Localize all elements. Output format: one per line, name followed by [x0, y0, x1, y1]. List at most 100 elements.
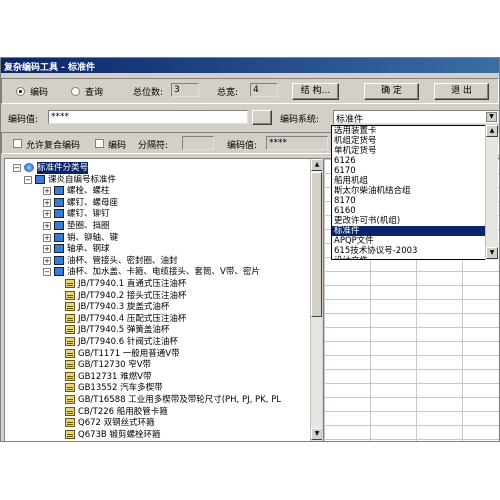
scroll-down-icon[interactable]: ▼ [311, 428, 322, 440]
expand-icon[interactable]: + [43, 256, 51, 265]
doc-icon [65, 337, 75, 346]
code-value-label: 编码值: [8, 115, 39, 125]
doc-icon [65, 290, 75, 300]
tree-node-label: 油杯、加水盖、卡箍、电缆接头、套筒、V带、密片 [67, 267, 260, 278]
expand-icon[interactable]: + [43, 245, 51, 254]
code-value-button[interactable] [252, 110, 272, 125]
doc-icon [65, 395, 75, 404]
separator-field[interactable] [182, 136, 214, 150]
system-select-value: 标准件 [336, 115, 364, 125]
encode-checkbox[interactable] [95, 139, 104, 148]
structure-button[interactable]: 结 构... [292, 83, 339, 100]
dropdown-option[interactable]: 8170 [332, 196, 487, 206]
book-icon [54, 209, 64, 219]
collapse-icon[interactable]: − [43, 268, 51, 277]
tree-node-label: 油杯、管接头、密封圈、油封 [67, 255, 178, 266]
total-width-label: 总宽: [217, 88, 239, 98]
tree-node-label: Q672 双钢丝式环箍 [78, 418, 155, 429]
tree-node-label: GB/T12730 窄V带 [78, 360, 152, 371]
tree-node-label: GB/T16588 工业用多楔带及带轮尺寸(PH, PJ, PK, PL [78, 395, 281, 405]
dropdown-option[interactable]: 更改许可书(机组) [332, 216, 487, 226]
expand-icon[interactable]: + [43, 233, 51, 242]
doc-icon [65, 279, 75, 288]
options-code-value-label: 编码值: [227, 141, 258, 151]
allow-composite-checkbox[interactable] [13, 139, 22, 148]
scroll-up-icon[interactable]: ▲ [311, 159, 322, 171]
globe-icon [24, 163, 34, 172]
exit-button[interactable]: 退 出 [434, 83, 489, 100]
dropdown-scrollbar[interactable]: ▲ ▼ [485, 125, 498, 260]
book-icon [35, 174, 45, 184]
book-icon [54, 221, 64, 230]
window-title: 复杂编码工具 - 标准件 [1, 58, 499, 73]
encode-radio[interactable] [16, 87, 25, 96]
dropdown-option[interactable]: 斯太尔柴油机结合组 [332, 186, 487, 196]
doc-icon [65, 383, 75, 393]
tree-node-label: JB/T7940.1 直通式压注油杯 [78, 279, 187, 289]
encode-radio-label[interactable]: 编码 [30, 85, 48, 98]
collapse-icon[interactable]: − [24, 175, 32, 184]
expand-icon[interactable]: + [43, 187, 51, 196]
dropdown-option[interactable]: 6126 [332, 156, 487, 166]
dropdown-option[interactable]: 船用机组 [332, 176, 487, 186]
collapse-icon[interactable]: − [13, 164, 21, 172]
tree-scrollbar[interactable]: ▲ ▼ [310, 159, 322, 441]
book-icon [54, 232, 64, 242]
doc-icon [65, 406, 75, 416]
tree-node-label: GB13552 汽车多楔带 [78, 383, 163, 394]
tree-node-label: JB/T7940.3 旋盖式油杯 [78, 302, 170, 313]
system-dropdown-list[interactable]: 选用装置卡 机组定货号 单机定货号 6126 6170 船用机组 斯太尔柴油机结合组 8170… [331, 125, 488, 260]
tree-node-label: CB/T226 船用胶管卡箍 [78, 406, 168, 417]
expand-icon[interactable]: + [43, 198, 51, 207]
doc-icon [65, 371, 75, 381]
dropdown-option[interactable]: APQP文件 [332, 236, 487, 246]
dropdown-option[interactable]: 单机定货号 [332, 146, 487, 156]
tree-node-label: JB/T7940.6 针阀式注油杯 [78, 337, 178, 347]
book-icon [54, 244, 64, 254]
encode-checkbox-label: 编码 [108, 141, 127, 151]
dropdown-scroll-up-icon[interactable]: ▲ [486, 125, 498, 137]
tree-node-label: 螺钉、铆钉 [67, 209, 110, 220]
query-radio[interactable] [71, 87, 80, 96]
category-tree[interactable]: − 标准件分类号 − 课炎自编号标准件 + 螺栓、螺柱 + 螺钉、螺母座 + 螺钉、铆钉 + 垫圈、挡… [4, 158, 322, 441]
tree-node-label: GB/T1171 一般用普通V带 [78, 348, 180, 359]
doc-icon [65, 302, 75, 312]
dropdown-option[interactable]: 设计文件 [332, 256, 487, 259]
allow-composite-label: 允许复合编码 [26, 141, 81, 151]
dropdown-option[interactable]: 选用装置卡 [332, 126, 487, 136]
tree-node-label: Q673B 锻剪螺栓环箍 [78, 429, 161, 440]
tree-node-label: JB/T7940.2 接头式压注油杯 [78, 290, 187, 301]
tree-node-label: 标准件分类号 [37, 162, 89, 174]
dropdown-option[interactable]: 6160 [332, 206, 487, 216]
tree-node-label: 课炎自编号标准件 [48, 174, 117, 185]
scroll-thumb[interactable] [311, 172, 322, 317]
tree-node-label: JB/T7940.4 压配式压注油杯 [78, 313, 187, 324]
dropdown-option[interactable]: 机组定货号 [332, 136, 487, 146]
book-icon [54, 255, 64, 265]
total-bits-label: 总位数: [133, 88, 164, 98]
doc-icon [65, 360, 75, 370]
book-icon [54, 186, 64, 196]
separator-label: 分隔符: [138, 141, 169, 151]
book-icon [54, 267, 64, 277]
confirm-button[interactable]: 确 定 [364, 83, 419, 100]
dropdown-options: 选用装置卡 机组定货号 单机定货号 6126 6170 船用机组 斯太尔柴油机结合组 8170… [332, 126, 487, 259]
dropdown-option[interactable]: 615技术协议号-2003 [332, 246, 487, 256]
toolbar-row: 编码 查询 总位数: 3 总宽: 4 结 构... 确 定 退 出 [1, 78, 499, 104]
tree-node-label: 螺栓、螺柱 [67, 186, 110, 197]
doc-icon [65, 325, 75, 335]
tree-node-label: GB12731 难燃V带 [78, 371, 152, 382]
doc-icon [65, 418, 75, 428]
system-select[interactable]: 标准件 ▼ [333, 110, 499, 125]
book-icon [54, 197, 64, 207]
expand-icon[interactable]: + [43, 210, 51, 219]
dropdown-option[interactable]: 标准件 [332, 226, 487, 236]
chevron-down-icon[interactable]: ▼ [486, 112, 497, 122]
doc-icon [65, 313, 75, 323]
expand-icon[interactable]: + [43, 222, 51, 230]
query-radio-label[interactable]: 查询 [85, 85, 103, 98]
dropdown-scroll-down-icon[interactable]: ▼ [486, 247, 498, 259]
dropdown-option[interactable]: 6170 [332, 166, 487, 176]
code-value-field[interactable]: **** [48, 110, 248, 124]
tree-node-label: 螺钉、螺母座 [67, 197, 119, 208]
